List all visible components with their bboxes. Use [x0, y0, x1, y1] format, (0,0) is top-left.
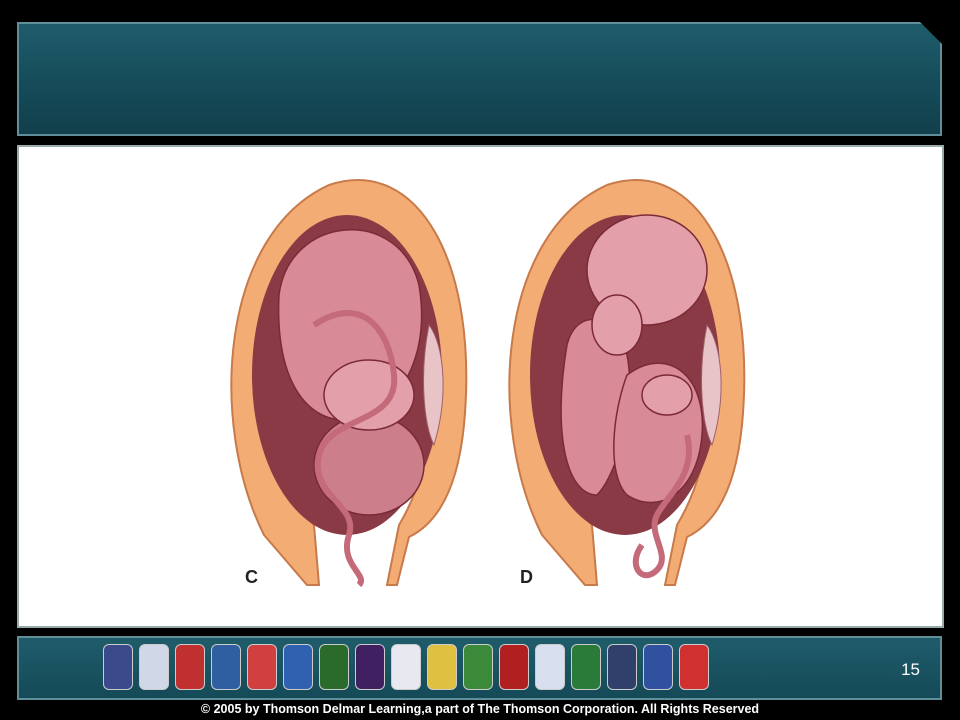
agency-badge-icon: [391, 644, 421, 690]
agency-badge-icon: [139, 644, 169, 690]
slide-title-bar: [17, 22, 942, 136]
agency-badge-icon: [463, 644, 493, 690]
page-number: 15: [901, 660, 920, 679]
agency-badge-icon: [679, 644, 709, 690]
agency-badge-icon: [175, 644, 205, 690]
agency-badge-icon: [607, 644, 637, 690]
agency-badge-icon: [319, 644, 349, 690]
agency-badge-icon: [103, 644, 133, 690]
agency-badge-icon: [427, 644, 457, 690]
copyright-notice: © 2005 by Thomson Delmar Learning,a part…: [200, 702, 760, 716]
figure-area: C D: [17, 145, 944, 628]
agency-badge-icon: [283, 644, 313, 690]
fetus-illustration-d: [508, 179, 746, 586]
agency-badge-icon: [247, 644, 277, 690]
panel-label-c: C: [245, 567, 258, 587]
panel-label-d: D: [520, 567, 533, 587]
agency-badge-icon: [355, 644, 385, 690]
agency-badge-icon: [499, 644, 529, 690]
agency-badges-strip: [103, 644, 709, 690]
agency-badge-icon: [535, 644, 565, 690]
footer-bar: 15: [17, 636, 942, 700]
fetus-illustration-c: [230, 179, 468, 588]
agency-badge-icon: [571, 644, 601, 690]
agency-badge-icon: [643, 644, 673, 690]
agency-badge-icon: [211, 644, 241, 690]
